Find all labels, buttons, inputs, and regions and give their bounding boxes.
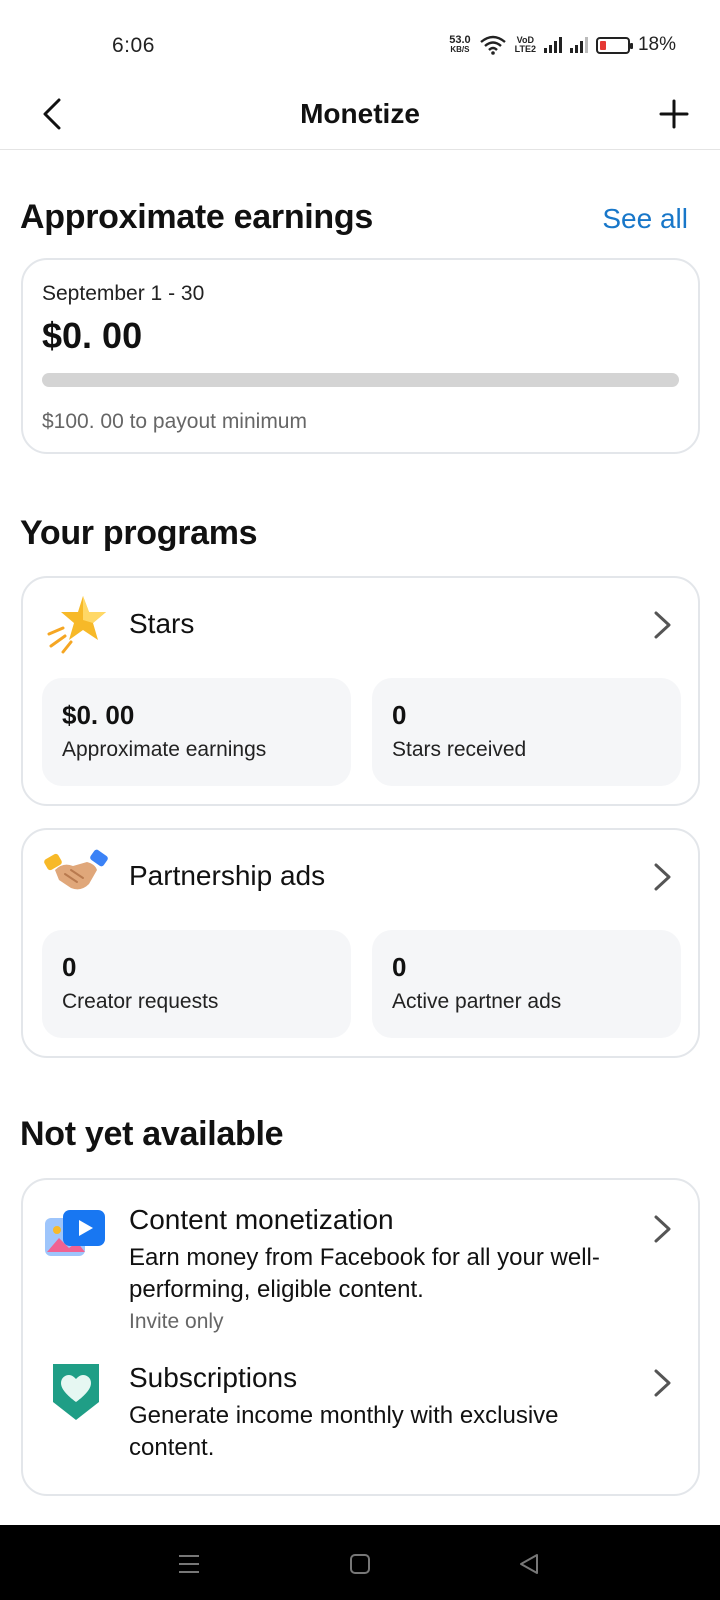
stat-label: Creator requests [62, 990, 219, 1013]
handshake-icon [44, 849, 108, 890]
signal-icon-sim1 [543, 37, 562, 53]
star-icon [47, 596, 106, 654]
partnership-ads-card[interactable]: Partnership ads 0 Creator requests 0 Act… [21, 828, 700, 1058]
subscriptions-title: Subscriptions [129, 1362, 298, 1393]
payout-progress-bar [42, 373, 679, 387]
subscriptions-item[interactable]: Subscriptions Generate income monthly wi… [23, 1362, 698, 1492]
signal-icon-sim2 [569, 37, 588, 53]
battery-icon [595, 36, 633, 54]
stat-label: Approximate earnings [62, 738, 267, 761]
payout-minimum-note: $100. 00 to payout minimum [42, 410, 307, 433]
earnings-amount: $0. 00 [42, 315, 143, 356]
stat-value: $0. 00 [62, 700, 135, 730]
partnership-ads-header[interactable]: Partnership ads [23, 830, 698, 926]
triangle-back-icon [520, 1554, 538, 1574]
content-monetization-title: Content monetization [129, 1204, 394, 1235]
plus-icon [659, 99, 689, 129]
add-button[interactable] [652, 92, 696, 136]
stat-label: Active partner ads [392, 990, 562, 1013]
content-monetization-item[interactable]: Content monetization Earn money from Fac… [23, 1180, 698, 1340]
status-time: 6:06 [112, 34, 155, 57]
earnings-period: September 1 - 30 [42, 282, 205, 305]
programs-heading: Your programs [20, 514, 258, 552]
content-monetization-icon [45, 1210, 105, 1256]
system-back-button[interactable] [512, 1547, 546, 1581]
see-all-link[interactable]: See all [602, 203, 688, 235]
wifi-icon [479, 35, 506, 55]
not-available-heading: Not yet available [20, 1115, 284, 1153]
subscriptions-heart-badge-icon [53, 1364, 99, 1420]
earnings-card[interactable]: September 1 - 30 $0. 00 $100. 00 to payo… [21, 258, 700, 454]
app-bar: Monetize [0, 78, 720, 150]
stars-program-header[interactable]: Stars [23, 578, 698, 674]
chevron-right-icon [654, 863, 671, 891]
chevron-right-icon [654, 611, 671, 639]
square-home-icon [350, 1554, 370, 1574]
earnings-heading: Approximate earnings [20, 198, 373, 236]
stat-value: 0 [392, 952, 407, 982]
stars-program-name: Stars [129, 608, 195, 639]
active-partner-ads-stat: 0 Active partner ads [372, 930, 681, 1038]
stars-received-stat: 0 Stars received [372, 678, 681, 786]
page-title: Monetize [300, 98, 420, 129]
stat-value: 0 [62, 952, 77, 982]
stat-label: Stars received [392, 738, 527, 761]
partnership-ads-name: Partnership ads [129, 860, 326, 891]
stars-earnings-stat: $0. 00 Approximate earnings [42, 678, 351, 786]
volte-icon: VoD LTE2 [514, 35, 536, 54]
subscriptions-desc: Generate income monthly with exclusive c… [129, 1402, 559, 1461]
stars-program-card[interactable]: Stars $0. 00 Approximate earnings 0 Star… [21, 576, 700, 806]
system-nav-bar [0, 1525, 720, 1600]
not-available-card: Content monetization Earn money from Fac… [21, 1178, 700, 1496]
home-button[interactable] [343, 1547, 377, 1581]
battery-percent: 18% [637, 34, 676, 55]
creator-requests-stat: 0 Creator requests [42, 930, 351, 1038]
chevron-right-icon [654, 1215, 671, 1243]
menu-icon [179, 1555, 199, 1573]
recent-apps-button[interactable] [172, 1547, 206, 1581]
content-monetization-note: Invite only [129, 1310, 224, 1333]
stat-value: 0 [392, 700, 407, 730]
network-speed: 53.0 KB/S [449, 34, 471, 55]
chevron-right-icon [654, 1369, 671, 1397]
content-monetization-desc: Earn money from Facebook for all your we… [129, 1244, 600, 1303]
status-icons: 53.0 KB/S VoD LTE2 18% [449, 34, 676, 56]
